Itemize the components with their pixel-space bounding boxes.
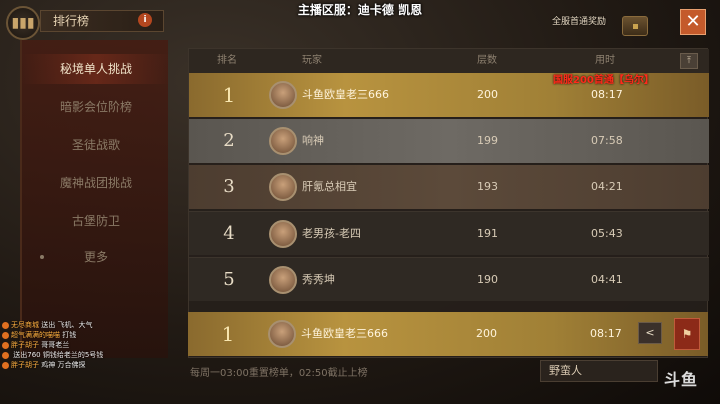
avatar <box>268 320 296 348</box>
row-floor: 193 <box>477 180 498 193</box>
avatar <box>269 81 297 109</box>
row-player: 斗鱼欧皇老三666 <box>301 327 388 340</box>
stream-annotation: 国服200首通【乌尔】 <box>553 75 654 86</box>
chat-user: 无尽商城 <box>11 321 39 329</box>
more-dot-icon <box>40 255 44 259</box>
row-rank: 3 <box>223 176 235 197</box>
row-rank: 5 <box>223 269 235 290</box>
chat-line: 胖子胡子 哥哥老兰 <box>2 340 152 350</box>
col-player: 玩家 <box>302 55 322 66</box>
row-player: 秀秀坤 <box>302 273 335 286</box>
row-floor: 200 <box>476 327 497 340</box>
avatar <box>269 173 297 201</box>
menu-item-shadow-rank[interactable]: 暗影会位阶榜 <box>22 92 170 122</box>
chat-text: 送出 飞机、大气 <box>41 321 93 329</box>
chat-text: 送出760 铜钱给老兰的5号钱 <box>13 351 104 359</box>
row-time: 05:43 <box>591 227 623 240</box>
menu-item-more[interactable]: 更多 <box>22 242 170 272</box>
row-time: 04:41 <box>591 273 623 286</box>
chat-text: 打钱 <box>62 331 77 339</box>
chat-user: 胖子胡子 <box>11 361 39 369</box>
chat-user: 胖子胡子 <box>11 341 39 349</box>
chat-line: 无尽商城 送出 飞机、大气 <box>2 320 152 330</box>
chat-line: 送出760 铜钱给老兰的5号钱 <box>2 350 152 360</box>
avatar <box>269 220 297 248</box>
user-icon <box>2 351 9 359</box>
reset-note: 每周一03:00重置榜单，02:50截止上榜 <box>190 368 368 379</box>
menu-item-saint-song[interactable]: 圣徒战歌 <box>22 130 170 160</box>
menu-item-demon-war[interactable]: 魔神战团挑战 <box>22 168 170 198</box>
chat-text: 鸡神 万合佛探 <box>41 361 86 369</box>
menu-item-more-label: 更多 <box>83 250 108 264</box>
badge-icon[interactable]: ⚑ <box>674 318 700 350</box>
row-rank: 2 <box>223 130 235 151</box>
row-player: 响神 <box>302 134 324 147</box>
row-player: 斗鱼欧皇老三666 <box>302 88 389 101</box>
row-rank: 1 <box>222 83 236 107</box>
user-icon <box>2 321 9 329</box>
info-icon[interactable]: i <box>138 13 152 27</box>
table-row[interactable]: 4 老男孩-老四 191 05:43 <box>189 211 709 255</box>
my-rank-row[interactable]: 1 斗鱼欧皇老三666 200 08:17 < ⚑ <box>188 312 708 356</box>
chat-line: 超气满满的喵喵 打钱 <box>2 330 152 340</box>
row-rank: 4 <box>223 223 235 244</box>
avatar <box>269 127 297 155</box>
row-floor: 200 <box>477 88 498 101</box>
category-menu: 秘境单人挑战 暗影会位阶榜 圣徒战歌 魔神战团挑战 古堡防卫 更多 <box>20 40 170 358</box>
class-selector[interactable]: 野蛮人 <box>540 360 658 382</box>
row-time: 07:58 <box>591 134 623 147</box>
menu-item-castle-defense[interactable]: 古堡防卫 <box>22 206 170 236</box>
row-floor: 190 <box>477 273 498 286</box>
col-time: 用时 <box>595 55 615 66</box>
treasure-chest-icon[interactable] <box>622 16 648 36</box>
avatar <box>269 266 297 294</box>
col-rank: 排名 <box>217 55 237 66</box>
row-player: 肝氪总相宜 <box>302 180 357 193</box>
row-rank: 1 <box>221 322 235 346</box>
user-icon <box>2 331 9 339</box>
row-time: 08:17 <box>590 327 622 340</box>
row-player: 老男孩-老四 <box>302 227 361 240</box>
leaderboard-icon: ▮▮▮ <box>6 6 40 40</box>
first-clear-reward-label[interactable]: 全服首通奖励 <box>552 14 606 27</box>
table-header: 排名 玩家 层数 用时 ⤒ <box>189 49 709 73</box>
row-floor: 191 <box>477 227 498 240</box>
user-icon <box>2 341 9 349</box>
chat-user: 超气满满的喵喵 <box>11 331 60 339</box>
table-row[interactable]: 3 肝氪总相宜 193 04:21 <box>189 165 709 209</box>
share-icon[interactable]: < <box>638 322 662 344</box>
table-row[interactable]: 5 秀秀坤 190 04:41 <box>189 257 709 301</box>
col-floor: 层数 <box>477 55 497 66</box>
close-button[interactable]: ✕ <box>680 9 706 35</box>
douyu-logo: 斗鱼 <box>664 370 699 389</box>
stream-chat: 无尽商城 送出 飞机、大气 超气满满的喵喵 打钱 胖子胡子 哥哥老兰 送出760… <box>2 320 152 370</box>
user-icon <box>2 361 9 369</box>
table-row[interactable]: 2 响神 199 07:58 <box>189 119 709 163</box>
chat-text: 哥哥老兰 <box>41 341 70 349</box>
row-time: 04:21 <box>591 180 623 193</box>
chat-line: 胖子胡子 鸡神 万合佛探 <box>2 360 152 370</box>
scroll-top-icon[interactable]: ⤒ <box>680 53 698 69</box>
menu-item-solo-challenge[interactable]: 秘境单人挑战 <box>22 54 170 84</box>
row-floor: 199 <box>477 134 498 147</box>
